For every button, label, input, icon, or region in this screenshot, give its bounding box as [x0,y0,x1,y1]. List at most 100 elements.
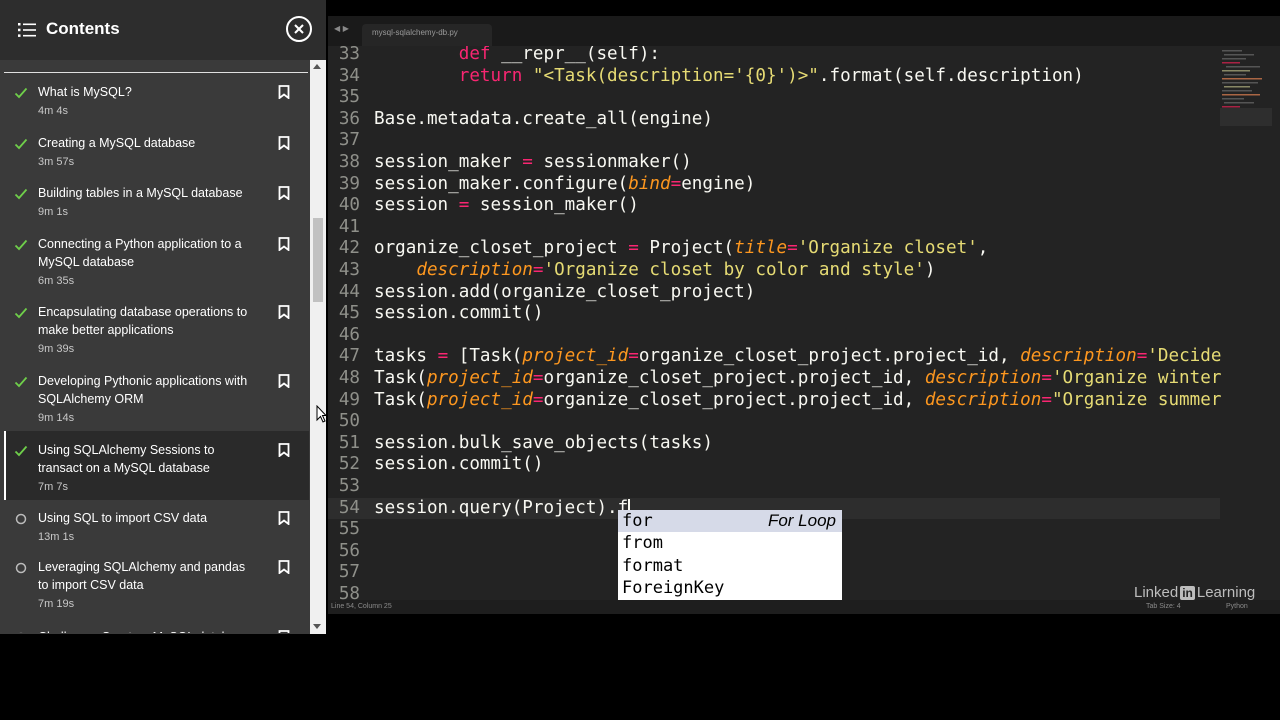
code-token: Project( [638,238,735,259]
list-menu-icon [18,23,36,37]
code-line[interactable]: 36 Base.metadata.create_all(engine) [328,109,1220,131]
completed-check-icon [14,239,28,251]
code-line[interactable]: 33 def __repr__(self): [328,46,1220,66]
line-number: 48 [338,368,360,388]
mouse-pointer-icon [316,405,326,423]
content-item-title: Using SQL to import CSV data [38,511,208,525]
linkedin-learning-watermark: Linked in Learning [1134,584,1255,601]
code-token: Task( [374,389,427,410]
autocomplete-item[interactable]: for For Loop [618,510,842,532]
completed-check-icon [14,307,28,319]
content-item[interactable]: Encapsulating database operations to mak… [4,293,309,362]
content-item[interactable]: Using SQLAlchemy Sessions to transact on… [4,431,309,500]
bookmark-icon[interactable] [278,511,290,525]
tab-size-selector[interactable]: Tab Size: 4 [1146,600,1181,614]
code-line[interactable]: 43 description='Organize closet by color… [328,260,1220,282]
content-item[interactable]: Using SQL to import CSV data 13m 1s [4,499,309,550]
code-token: description [416,260,533,280]
line-text: tasks = [Task(project_id=organize_closet… [374,346,1228,368]
code-token: 'Organize closet' [797,238,978,259]
code-line[interactable]: 34 return "<Task(description='{0}')>".fo… [328,66,1220,88]
scroll-down-arrow-icon[interactable] [313,624,321,629]
bookmark-icon[interactable] [278,85,290,99]
content-item-duration: 7m 7s [38,481,68,493]
code-line[interactable]: 37 [328,130,1220,152]
sidebar-scrollbar[interactable] [310,60,326,634]
bookmark-icon[interactable] [278,374,290,388]
contents-sidebar: Contents What is MySQL? 4m 4s Creating a M… [0,0,326,634]
line-number: 37 [338,130,360,151]
tab-nav-arrows-icon[interactable]: ◀ ▶ [334,24,349,33]
line-number: 36 [338,108,360,129]
code-token: = [1136,346,1148,367]
line-number: 43 [338,260,360,280]
code-line[interactable]: 38 session_maker = sessionmaker() [328,152,1220,174]
minimap[interactable] [1220,46,1272,126]
bookmark-icon[interactable] [278,237,290,251]
code-token: bind [628,173,671,194]
code-line[interactable]: 41 [328,217,1220,239]
line-number: 41 [338,216,360,237]
code-token: description [924,368,1042,388]
close-contents-button[interactable] [286,16,312,42]
code-line[interactable]: 52 session.commit() [328,454,1220,476]
content-item[interactable]: Connecting a Python application to a MyS… [4,225,309,294]
code-line[interactable]: 44 session.add(organize_closet_project) [328,282,1220,304]
content-item[interactable]: Building tables in a MySQL database 9m 1s [4,174,309,225]
code-token: = [522,152,533,172]
code-line[interactable]: 35 [328,87,1220,109]
content-item-duration: 7m 19s [38,598,75,610]
bookmark-icon[interactable] [278,186,290,200]
code-token: project_id [522,346,629,367]
bookmark-icon[interactable] [278,560,290,574]
code-token: session.commit() [374,303,544,324]
line-number: 42 [338,238,360,259]
code-token: organize_closet_project.project_id, [543,389,925,410]
content-item[interactable]: Challenge: Create a MySQL database [4,618,309,633]
content-item[interactable]: Leveraging SQLAlchemy and pandas to impo… [4,548,309,617]
autocomplete-item[interactable]: format [618,555,842,577]
code-line[interactable]: 50 [328,411,1220,433]
code-token: session.query(Project).f [374,497,629,518]
content-item[interactable]: What is MySQL? 4m 4s [4,73,309,124]
bookmark-icon[interactable] [278,443,290,457]
syntax-selector[interactable]: Python [1226,600,1248,614]
code-line[interactable]: 51 session.bulk_save_objects(tasks) [328,433,1220,455]
scrollbar-thumb[interactable] [313,218,323,302]
content-item-title: Connecting a Python application to a MyS… [38,237,242,269]
code-token: session.bulk_save_objects(tasks) [374,432,713,453]
line-number: 39 [338,173,360,194]
autocomplete-item[interactable]: ForeignKey [618,577,842,599]
code-line[interactable]: 49 Task(project_id=organize_closet_projec… [328,389,1222,412]
code-token: 'Organize closet by color and style' [543,260,925,280]
code-line[interactable]: 45 session.commit() [328,303,1220,325]
content-item[interactable]: Creating a MySQL database 3m 57s [4,124,309,175]
code-line[interactable]: 39 session_maker.configure(bind=engine) [328,174,1220,196]
code-line[interactable]: 40 session = session_maker() [328,195,1220,217]
content-item[interactable]: Developing Pythonic applications with SQ… [4,362,309,431]
code-token: session.add(organize_closet_project) [374,281,756,302]
code-token: Base.metadata.create_all(engine) [374,108,713,129]
code-token: , [977,238,989,259]
bookmark-icon[interactable] [278,630,290,633]
contents-list: What is MySQL? 4m 4s Creating a MySQL data… [4,73,309,633]
scroll-up-arrow-icon[interactable] [313,64,321,69]
line-text: session.commit() [374,303,543,325]
code-token: 'Decide what clothes to donate' [1147,346,1222,367]
code-line[interactable]: 53 [328,476,1220,498]
code-line[interactable]: 42 organize_closet_project = Project(titl… [328,238,1220,260]
code-line[interactable]: 46 [328,325,1220,347]
code-token: = [787,238,798,259]
cursor-position: Line 54, Column 25 [331,603,392,610]
autocomplete-label: ForeignKey [622,578,725,599]
code-token: project_id [426,389,533,410]
content-item-title: Developing Pythonic applications with SQ… [38,374,248,406]
bookmark-icon[interactable] [278,305,290,319]
autocomplete-item[interactable]: from [618,532,842,554]
editor-tab[interactable]: mysql-sqlalchemy-db.py [362,24,492,46]
code-line[interactable]: 47 tasks = [Task(project_id=organize_clos… [328,346,1222,368]
bookmark-icon[interactable] [278,136,290,150]
code-line[interactable]: 48 Task(project_id=organize_closet_projec… [328,368,1222,390]
